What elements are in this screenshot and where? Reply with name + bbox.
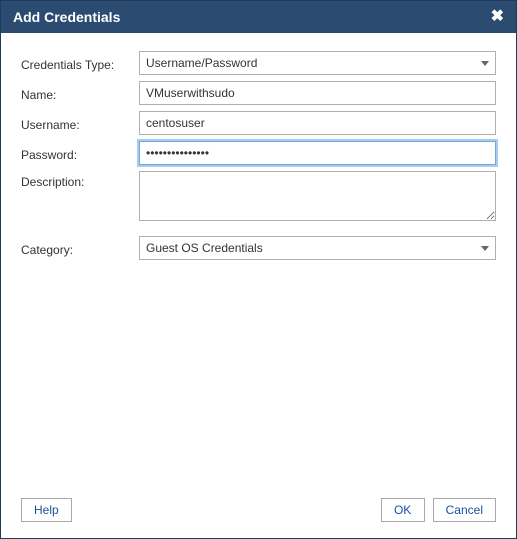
- close-icon[interactable]: ✖: [491, 9, 504, 25]
- label-description: Description:: [21, 171, 139, 189]
- add-credentials-dialog: Add Credentials ✖ Credentials Type: User…: [0, 0, 517, 539]
- label-name: Name:: [21, 84, 139, 102]
- dialog-title: Add Credentials: [13, 9, 120, 25]
- credentials-type-select[interactable]: Username/Password: [139, 51, 496, 75]
- cancel-button[interactable]: Cancel: [433, 498, 496, 522]
- chevron-down-icon: [481, 61, 489, 66]
- dialog-content: Credentials Type: Username/Password Name…: [1, 33, 516, 488]
- category-select[interactable]: Guest OS Credentials: [139, 236, 496, 260]
- username-field[interactable]: [139, 111, 496, 135]
- titlebar: Add Credentials ✖: [1, 1, 516, 33]
- button-bar: Help OK Cancel: [1, 488, 516, 538]
- credentials-type-value: Username/Password: [146, 55, 257, 71]
- row-credentials-type: Credentials Type: Username/Password: [21, 51, 496, 75]
- label-username: Username:: [21, 114, 139, 132]
- row-username: Username:: [21, 111, 496, 135]
- name-field[interactable]: [139, 81, 496, 105]
- ok-button[interactable]: OK: [381, 498, 425, 522]
- row-category: Category: Guest OS Credentials: [21, 236, 496, 260]
- row-name: Name:: [21, 81, 496, 105]
- label-credentials-type: Credentials Type:: [21, 54, 139, 72]
- description-field[interactable]: [139, 171, 496, 221]
- help-button[interactable]: Help: [21, 498, 72, 522]
- chevron-down-icon: [481, 246, 489, 251]
- row-description: Description:: [21, 171, 496, 224]
- label-category: Category:: [21, 239, 139, 257]
- spacer: [21, 266, 496, 478]
- label-password: Password:: [21, 144, 139, 162]
- row-password: Password:: [21, 141, 496, 165]
- category-value: Guest OS Credentials: [146, 240, 263, 256]
- password-field[interactable]: [139, 141, 496, 165]
